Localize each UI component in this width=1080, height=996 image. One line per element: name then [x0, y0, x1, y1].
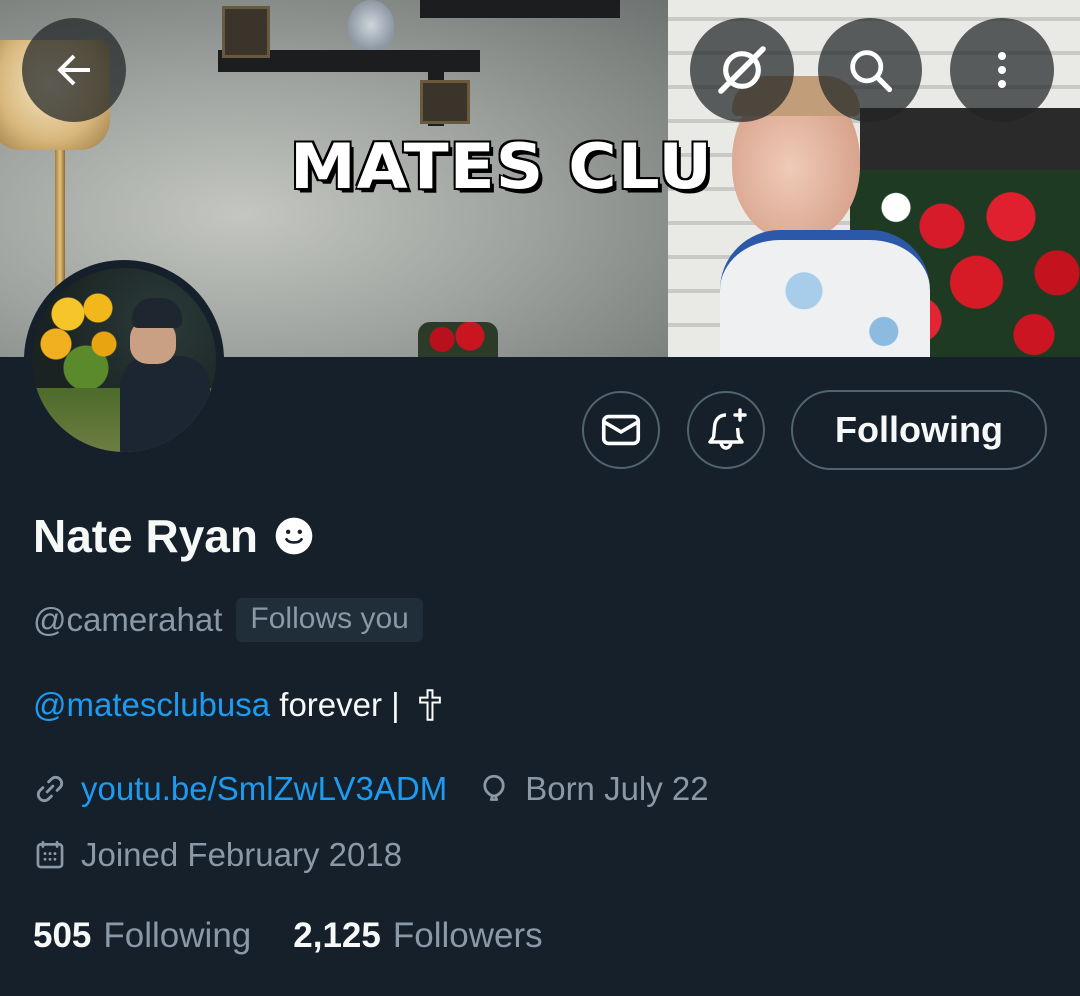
following-stat[interactable]: 505 Following	[33, 912, 251, 960]
banner-flower-pot	[418, 322, 498, 357]
more-options-button[interactable]	[950, 18, 1054, 122]
envelope-icon	[601, 414, 641, 446]
following-label: Following	[103, 916, 252, 955]
display-name: Nate Ryan	[33, 510, 258, 562]
banner-logo-text: MATES CLU	[290, 129, 713, 204]
username-handle: @camerahat	[33, 601, 223, 638]
followers-stat[interactable]: 2,125 Followers	[293, 912, 542, 960]
banner-child-photo	[720, 76, 950, 357]
link-icon	[36, 775, 64, 803]
avatar-person	[120, 298, 210, 452]
profile-page: MATES CLU Following Nate Ryan @camerahat…	[0, 0, 1080, 996]
avatar[interactable]	[32, 268, 216, 452]
profile-meta-row: youtu.be/SmlZwLV3ADM Born July 22	[33, 766, 709, 812]
more-vertical-icon	[998, 52, 1006, 88]
website-link[interactable]: youtu.be/SmlZwLV3ADM	[81, 766, 447, 812]
joined-item: Joined February 2018	[33, 832, 402, 878]
avatar-person-body	[120, 356, 210, 452]
birthday-item: Born July 22	[477, 766, 709, 812]
grok-button[interactable]	[690, 18, 794, 122]
banner-shelf-top	[420, 0, 620, 18]
message-button[interactable]	[582, 391, 660, 469]
avatar-person-cap	[132, 298, 182, 328]
grok-icon	[718, 46, 766, 94]
banner-picture-frame	[222, 6, 270, 58]
following-count: 505	[33, 916, 92, 955]
following-button[interactable]: Following	[791, 390, 1047, 470]
birthday-text: Born July 22	[525, 770, 709, 807]
name-row: Nate Ryan	[33, 506, 314, 566]
calendar-icon	[36, 840, 64, 869]
banner-picture-frame	[420, 80, 470, 124]
follows-you-badge: Follows you	[236, 598, 423, 642]
arrow-left-icon	[57, 54, 90, 86]
profile-meta-row: Joined February 2018	[33, 832, 402, 878]
child-shirt	[720, 230, 930, 357]
notifications-button[interactable]	[687, 391, 765, 469]
search-icon	[850, 50, 893, 93]
smiley-icon	[275, 517, 313, 555]
profile-bio: @matesclubusa forever |	[33, 682, 443, 728]
joined-text: Joined February 2018	[81, 836, 403, 873]
balloon-icon	[483, 774, 505, 801]
followers-label: Followers	[392, 916, 543, 955]
bio-mention-link[interactable]: @matesclubusa	[33, 682, 270, 728]
cross-icon	[419, 689, 441, 721]
bell-plus-icon	[708, 408, 747, 450]
followers-count: 2,125	[293, 916, 381, 955]
handle-row: @camerahat Follows you	[33, 597, 423, 643]
follow-stats: 505 Following 2,125 Followers	[33, 912, 543, 960]
back-button[interactable]	[22, 18, 126, 122]
banner-vase	[348, 0, 394, 50]
website-item: youtu.be/SmlZwLV3ADM	[33, 766, 447, 812]
bio-text: forever |	[270, 686, 409, 723]
avatar-container[interactable]	[24, 260, 224, 460]
search-button[interactable]	[818, 18, 922, 122]
